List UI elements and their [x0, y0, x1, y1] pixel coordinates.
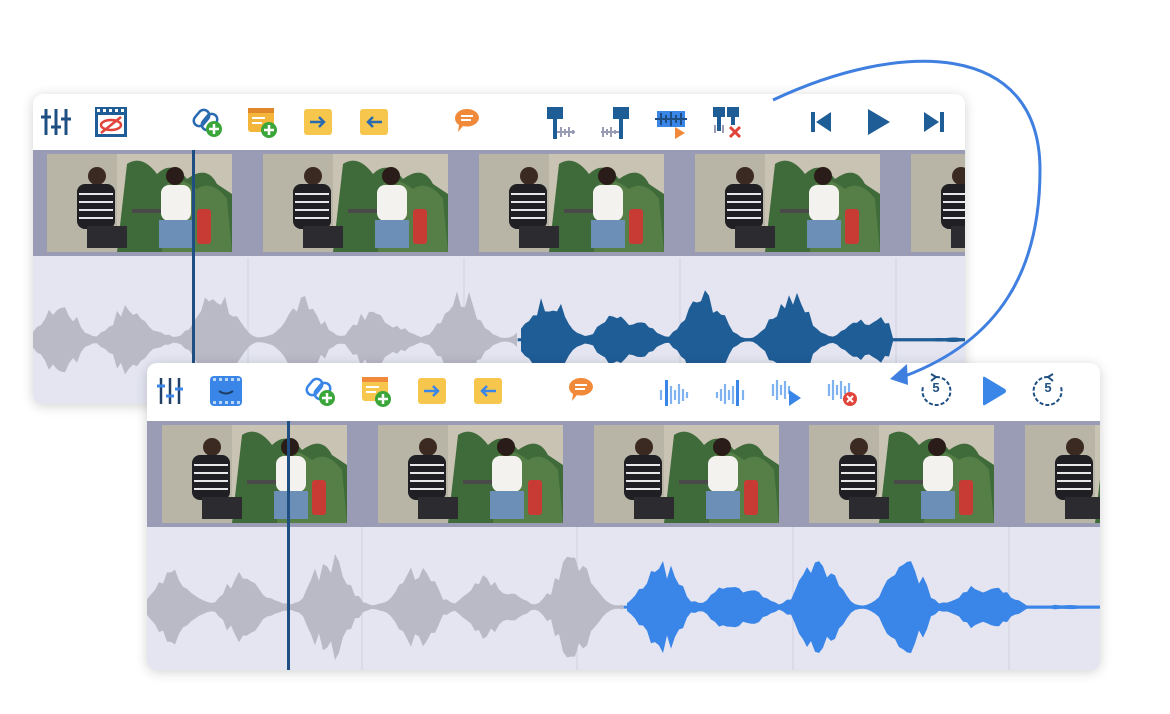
move-left-icon[interactable] — [354, 102, 394, 142]
video-frame[interactable] — [911, 154, 965, 252]
mark-in-icon[interactable] — [654, 371, 694, 411]
play-selection-icon[interactable] — [652, 102, 692, 142]
hide-video-icon[interactable] — [91, 102, 131, 142]
video-frame-image — [1025, 425, 1100, 523]
video-frame[interactable] — [263, 154, 448, 252]
play-selection-icon[interactable] — [766, 371, 806, 411]
move-right-icon[interactable] — [298, 102, 338, 142]
add-chapter-icon[interactable] — [356, 371, 396, 411]
mark-out-icon[interactable] — [710, 371, 750, 411]
new-playhead[interactable] — [287, 421, 290, 670]
play-icon[interactable] — [973, 371, 1013, 411]
video-frame-image — [263, 154, 448, 252]
video-frame-image — [378, 425, 563, 523]
rewind-label: 5 — [932, 380, 940, 395]
video-frame-image — [594, 425, 779, 523]
rewind-5-icon[interactable]: 5 — [916, 371, 956, 411]
video-frame[interactable] — [695, 154, 880, 252]
mixer-sliders-icon[interactable] — [36, 102, 76, 142]
video-frame[interactable] — [479, 154, 664, 252]
mark-out-icon[interactable] — [596, 102, 636, 142]
video-frame[interactable] — [809, 425, 994, 523]
add-link-icon[interactable] — [300, 371, 340, 411]
mixer-sliders-icon[interactable] — [150, 371, 190, 411]
video-frame[interactable] — [594, 425, 779, 523]
mark-in-icon[interactable] — [540, 102, 580, 142]
comment-icon[interactable] — [447, 102, 487, 142]
skip-back-icon[interactable] — [801, 102, 841, 142]
add-link-icon[interactable] — [187, 102, 227, 142]
new-editor-panel: 5 5 — [147, 363, 1100, 670]
forward-5-icon[interactable]: 5 — [1028, 371, 1068, 411]
move-right-icon[interactable] — [412, 371, 452, 411]
delete-selection-icon[interactable] — [822, 371, 862, 411]
move-left-icon[interactable] — [468, 371, 508, 411]
video-frame[interactable] — [378, 425, 563, 523]
video-frame-image — [911, 154, 965, 252]
video-frame[interactable] — [1025, 425, 1100, 523]
old-filmstrip — [33, 150, 965, 256]
video-frame-image — [479, 154, 664, 252]
waveform-unselected — [147, 554, 623, 661]
comment-icon[interactable] — [561, 371, 601, 411]
video-thumbnail-icon[interactable] — [206, 371, 246, 411]
video-frame[interactable] — [47, 154, 232, 252]
old-toolbar — [33, 94, 965, 150]
new-toolbar: 5 5 — [147, 363, 1100, 421]
add-chapter-icon[interactable] — [242, 102, 282, 142]
video-frame-image — [809, 425, 994, 523]
delete-selection-icon[interactable] — [708, 102, 748, 142]
play-icon[interactable] — [858, 102, 898, 142]
forward-label: 5 — [1044, 380, 1052, 395]
video-frame-image — [695, 154, 880, 252]
video-frame[interactable] — [162, 425, 347, 523]
video-frame-image — [162, 425, 347, 523]
old-editor-panel — [33, 94, 965, 404]
video-frame-image — [47, 154, 232, 252]
skip-forward-icon[interactable] — [914, 102, 954, 142]
